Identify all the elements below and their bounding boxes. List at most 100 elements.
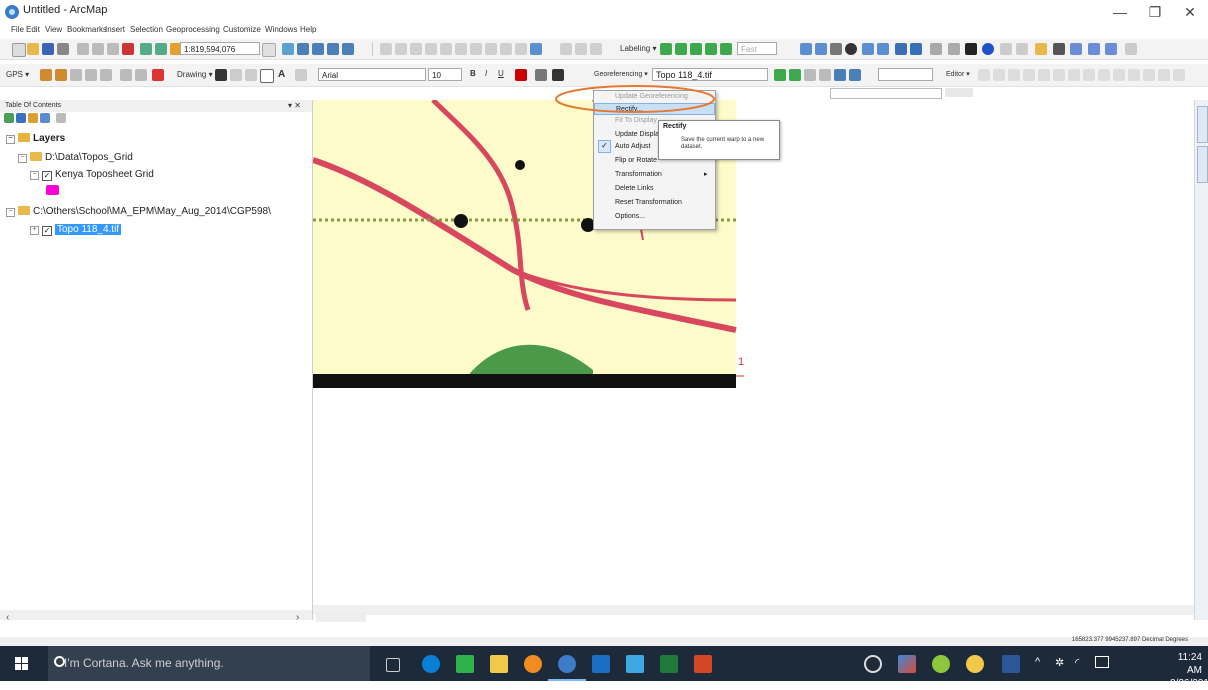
redo-icon[interactable] [155, 43, 167, 55]
georef-layer-combo[interactable]: Topo 118_4.tif [652, 68, 768, 81]
maximize-button[interactable]: ❐ [1140, 3, 1170, 21]
system-clock[interactable]: 11:24 AM 8/26/2016 [1170, 651, 1208, 690]
full-extent-icon[interactable] [845, 43, 857, 55]
italic-button[interactable]: I [485, 69, 487, 78]
tool-icon[interactable] [590, 43, 602, 55]
back-extent-icon[interactable] [895, 43, 907, 55]
layer-visibility-checkbox[interactable]: ✓ [42, 226, 52, 236]
editor-tool-icon[interactable] [1113, 69, 1125, 81]
toc-folder-topos-grid[interactable]: − D:\Data\Topos_Grid [18, 152, 133, 163]
label-tool-icon[interactable] [690, 43, 702, 55]
collapse-icon[interactable]: − [30, 171, 39, 180]
font-size-combo[interactable]: 10 [428, 68, 462, 81]
menu-geoprocessing[interactable]: Geoprocessing [166, 25, 220, 34]
delete-icon[interactable] [122, 43, 134, 55]
zoom-out-icon[interactable] [815, 43, 827, 55]
network-icon[interactable]: ✲ [1055, 656, 1064, 669]
menu-view[interactable]: View [45, 25, 62, 34]
html-popup-icon[interactable] [1000, 43, 1012, 55]
powerpoint-icon[interactable] [694, 655, 712, 673]
bold-button[interactable]: B [470, 69, 476, 78]
select-elements-icon[interactable] [215, 69, 227, 81]
menu-windows[interactable]: Windows [265, 25, 297, 34]
go-to-xy-icon[interactable] [1070, 43, 1082, 55]
expand-icon[interactable]: + [30, 226, 39, 235]
toc-pin-close-icon[interactable]: ▾ ✕ [288, 101, 301, 110]
fill-color-icon[interactable] [535, 69, 547, 81]
tool-icon[interactable] [500, 43, 512, 55]
arctoolbox-icon[interactable] [342, 43, 354, 55]
skype-icon[interactable] [422, 655, 440, 673]
qgis-icon[interactable] [932, 655, 950, 673]
editor-tool-icon[interactable] [1098, 69, 1110, 81]
editor-tool-icon[interactable] [1158, 69, 1170, 81]
add-control-points-icon[interactable] [774, 69, 786, 81]
toc-window-icon[interactable] [297, 43, 309, 55]
labeling-menu[interactable]: Labeling ▾ [620, 44, 657, 53]
tool-icon[interactable] [560, 43, 572, 55]
create-viewer-icon[interactable] [1125, 43, 1137, 55]
georef-input[interactable] [878, 68, 933, 81]
menu-customize[interactable]: Customize [223, 25, 261, 34]
list-by-source-icon[interactable] [16, 113, 26, 123]
arcmap-taskbar-icon[interactable] [558, 655, 576, 673]
task-view-icon[interactable] [386, 658, 400, 672]
layer-visibility-checkbox[interactable]: ✓ [42, 171, 52, 181]
system-app-icon[interactable] [864, 655, 882, 673]
drawing-menu[interactable]: Drawing ▾ [177, 70, 213, 79]
editor-tool-icon[interactable] [1068, 69, 1080, 81]
gps-tool-icon[interactable] [85, 69, 97, 81]
gps-tool-icon[interactable] [135, 69, 147, 81]
menu-item-delete-links[interactable]: Delete Links [594, 183, 715, 195]
app-grid-icon[interactable] [456, 655, 474, 673]
fixed-zoom-out-icon[interactable] [877, 43, 889, 55]
cut-icon[interactable] [77, 43, 89, 55]
tool-icon[interactable] [470, 43, 482, 55]
tool-icon[interactable] [395, 43, 407, 55]
flag-icon[interactable] [152, 69, 164, 81]
catalog-tab[interactable] [1197, 106, 1208, 143]
map-display[interactable]: 1 [313, 100, 1194, 615]
menu-selection[interactable]: Selection [130, 25, 163, 34]
search-tab[interactable] [1197, 146, 1208, 183]
line-color-icon[interactable] [552, 69, 564, 81]
toc-horizontal-scrollbar[interactable] [0, 610, 312, 620]
select-elements-icon[interactable] [965, 43, 977, 55]
notification-icon[interactable] [1095, 656, 1109, 668]
tool-icon[interactable] [410, 43, 422, 55]
gps-tool-icon[interactable] [100, 69, 112, 81]
tool-icon[interactable] [530, 43, 542, 55]
label-speed-combo[interactable]: Fast [737, 42, 777, 55]
list-by-selection-icon[interactable] [40, 113, 50, 123]
tool-icon[interactable] [440, 43, 452, 55]
find-icon[interactable] [1035, 43, 1047, 55]
underline-button[interactable]: U [498, 69, 504, 78]
collapse-icon[interactable]: − [6, 208, 15, 217]
undo-icon[interactable] [140, 43, 152, 55]
editor-tool-icon[interactable] [1143, 69, 1155, 81]
georef-tool-icon[interactable] [849, 69, 861, 81]
layers-frame[interactable]: − Layers [6, 133, 65, 144]
layer-symbol-swatch[interactable] [46, 185, 59, 195]
font-color-icon[interactable] [515, 69, 527, 81]
list-by-visibility-icon[interactable] [28, 113, 38, 123]
zoom-whole-page-icon[interactable] [245, 69, 257, 81]
rotate-icon[interactable] [230, 69, 242, 81]
new-document-icon[interactable] [12, 43, 26, 57]
tool-icon[interactable] [455, 43, 467, 55]
paste-icon[interactable] [107, 43, 119, 55]
forward-extent-icon[interactable] [910, 43, 922, 55]
text-tool-icon[interactable]: A [278, 69, 285, 80]
firefox-icon[interactable] [524, 655, 542, 673]
show-hidden-icons-icon[interactable]: ^ [1035, 656, 1040, 668]
print-icon[interactable] [57, 43, 69, 55]
menu-insert[interactable]: Insert [105, 25, 125, 34]
map-horizontal-scrollbar[interactable] [313, 605, 1194, 615]
tool-icon[interactable] [380, 43, 392, 55]
tool-icon[interactable] [425, 43, 437, 55]
gps-menu[interactable]: GPS ▾ [6, 70, 29, 79]
tool-icon[interactable] [485, 43, 497, 55]
scroll-left-icon[interactable]: ‹ [6, 612, 9, 623]
windows-start-icon[interactable] [15, 657, 29, 671]
tool-icon[interactable] [575, 43, 587, 55]
